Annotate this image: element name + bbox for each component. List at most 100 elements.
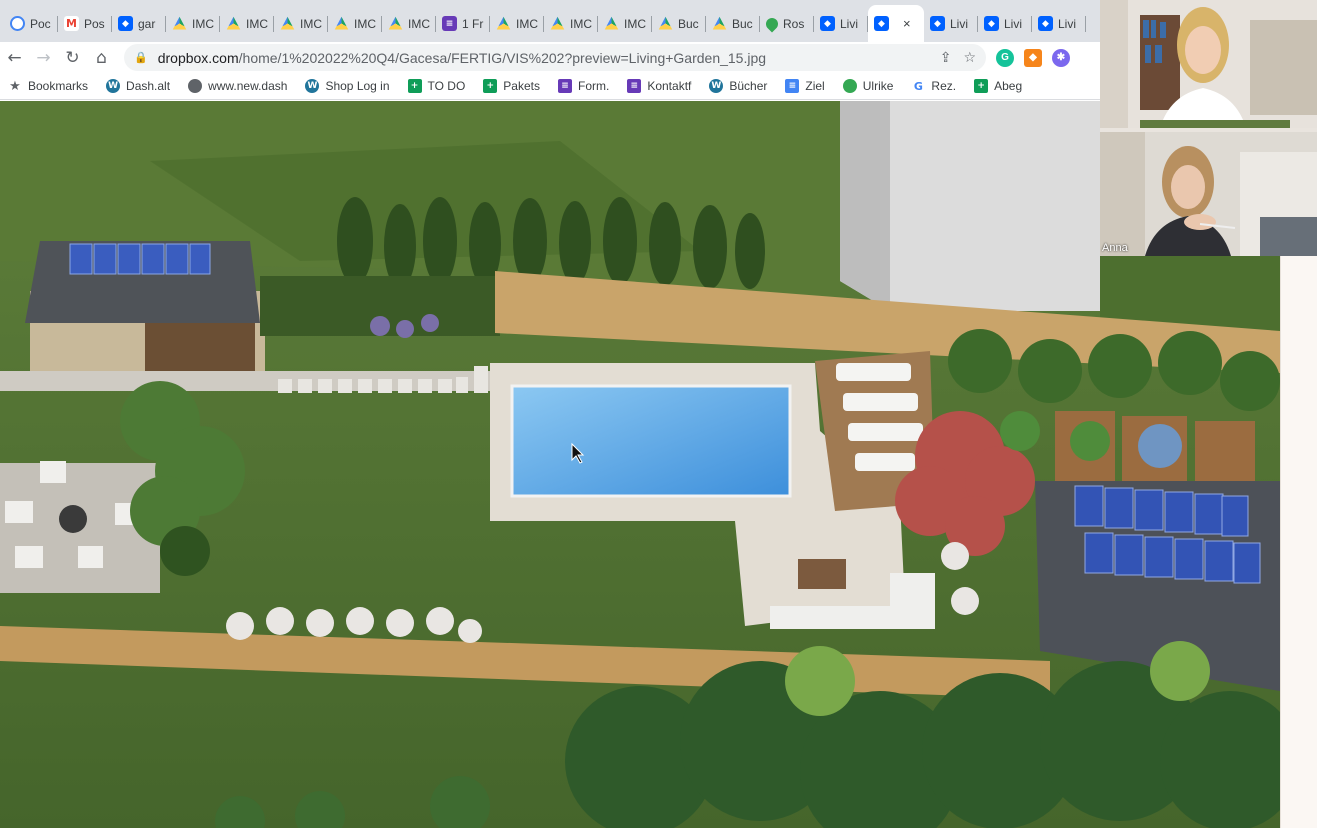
google-sheets-icon: + — [407, 79, 422, 93]
dropbox-icon: ◆ — [874, 16, 889, 31]
bookmark-label: Bookmarks — [28, 79, 89, 93]
browser-tab[interactable]: ◆ Livi — [924, 5, 978, 42]
globe-icon — [188, 79, 203, 93]
bookmark-item[interactable]: + TO DO — [407, 79, 466, 93]
bookmark-label: Ziel — [805, 79, 825, 93]
bookmark-label: Rez. — [931, 79, 957, 93]
bookmark-label: Bücher — [729, 79, 768, 93]
browser-tab[interactable]: ◆ Livi — [978, 5, 1032, 42]
browser-tab[interactable]: IMC — [328, 5, 382, 42]
bookmark-item[interactable]: + Pakets — [483, 79, 540, 93]
browser-tab[interactable]: Buc — [652, 5, 706, 42]
google-drive-icon — [658, 16, 673, 30]
bookmark-label: Ulrike — [862, 79, 894, 93]
browser-tab[interactable]: IMC — [220, 5, 274, 42]
wordpress-icon: W — [709, 79, 724, 93]
dropbox-icon: ◆ — [1038, 16, 1053, 31]
browser-tab[interactable]: M Pos — [58, 5, 112, 42]
browser-tab[interactable]: Poc — [4, 5, 58, 42]
bookmark-item[interactable]: ≡ Kontaktf — [627, 79, 691, 93]
tab-title: Livi — [1058, 16, 1077, 31]
gmail-icon: M — [64, 16, 79, 31]
browser-tab[interactable]: IMC — [544, 5, 598, 42]
tab-title: IMC — [300, 16, 322, 31]
share-icon[interactable]: ⇪ — [940, 50, 952, 66]
bookmark-label: Form. — [577, 79, 610, 93]
tab-title: Livi — [840, 16, 859, 31]
grammarly-extension-icon[interactable]: G — [996, 48, 1014, 67]
tab-title: Buc — [732, 16, 753, 31]
bookmark-item[interactable]: www.new.dash — [188, 79, 287, 93]
browser-tab[interactable]: IMC — [490, 5, 544, 42]
tab-strip: Poc M Pos ◆ gar IMC IMC IMC IMC IMC ≡ 1 Fr IMC IMC IMC… — [0, 0, 1100, 42]
google-drive-icon — [712, 16, 727, 30]
participant-name-label: Anna — [1102, 242, 1128, 254]
bookmark-item[interactable]: ★ Bookmarks — [8, 79, 89, 94]
google-drive-icon — [226, 16, 241, 30]
bookmark-item[interactable]: W Bücher — [709, 79, 767, 93]
google-icon: G — [911, 79, 926, 93]
bookmark-label: Shop Log in — [325, 79, 390, 93]
browser-tab[interactable]: IMC — [166, 5, 220, 42]
google-forms-icon: ≡ — [557, 79, 572, 93]
tab-title: Livi — [1004, 16, 1023, 31]
metamask-extension-icon[interactable]: ◆ — [1024, 48, 1042, 67]
tab-title: IMC — [624, 16, 646, 31]
video-tile-participant-2[interactable]: Anna — [1100, 132, 1317, 256]
bookmark-label: TO DO — [427, 79, 466, 93]
video-call-panel: Anna — [1100, 0, 1317, 256]
home-button[interactable]: ⌂ — [87, 43, 116, 72]
wordpress-icon: W — [305, 79, 320, 93]
browser-tab[interactable]: IMC — [274, 5, 328, 42]
google-docs-icon: ≡ — [785, 79, 800, 93]
reload-button[interactable]: ↻ — [58, 43, 87, 72]
bookmark-label: Kontaktf — [647, 79, 692, 93]
browser-tab[interactable]: ◆ Livi — [1032, 5, 1086, 42]
google-sheets-icon: + — [974, 79, 989, 93]
tab-title: 1 Fr — [462, 16, 484, 31]
tab-title: Ros — [783, 16, 805, 31]
google-drive-icon — [280, 16, 295, 30]
bookmark-item[interactable]: Ulrike — [842, 79, 894, 93]
forward-button[interactable]: → — [29, 43, 58, 72]
google-sheets-icon: + — [483, 79, 498, 93]
bookmark-label: Dash.alt — [126, 79, 171, 93]
participant-2-video — [1100, 132, 1317, 256]
google-drive-icon — [388, 16, 403, 30]
lock-icon[interactable]: 🔒 — [134, 51, 148, 64]
dropbox-icon: ◆ — [820, 16, 835, 31]
bookmark-item[interactable]: ≡ Form. — [557, 79, 610, 93]
bookmark-label: www.new.dash — [208, 79, 288, 93]
google-drive-icon — [604, 16, 619, 30]
browser-toolbar: ← → ↻ ⌂ 🔒 dropbox.com/home/1%202022%20Q4… — [0, 42, 1100, 73]
url-text[interactable]: dropbox.com/home/1%202022%20Q4/Gacesa/FE… — [158, 50, 928, 66]
wordpress-icon: W — [106, 79, 121, 93]
image-preview[interactable] — [0, 101, 1280, 828]
browser-tab[interactable]: ≡ 1 Fr — [436, 5, 490, 42]
bookmarks-bar: ★ Bookmarks W Dash.alt www.new.dash W Shop Log… — [0, 73, 1100, 100]
back-button[interactable]: ← — [0, 43, 29, 72]
tab-title: IMC — [192, 16, 214, 31]
bookmark-item[interactable]: W Shop Log in — [305, 79, 390, 93]
bookmark-item[interactable]: G Rez. — [911, 79, 956, 93]
browser-tab[interactable]: Ros — [760, 5, 814, 42]
browser-tab[interactable]: ◆ gar — [112, 5, 166, 42]
google-drive-icon — [334, 16, 349, 30]
browser-tab[interactable]: IMC — [382, 5, 436, 42]
google-drive-icon — [496, 16, 511, 30]
bookmark-item[interactable]: W Dash.alt — [106, 79, 170, 93]
address-bar[interactable]: 🔒 dropbox.com/home/1%202022%20Q4/Gacesa/… — [124, 44, 986, 71]
browser-tab[interactable]: ◆ Livi — [814, 5, 868, 42]
bookmark-item[interactable]: + Abeg — [974, 79, 1022, 93]
tab-close-icon[interactable]: × — [903, 16, 911, 31]
browser-tab[interactable]: IMC — [598, 5, 652, 42]
extension-icon[interactable]: ✱ — [1052, 48, 1070, 67]
garden-rendering — [0, 101, 1280, 828]
google-forms-icon: ≡ — [442, 16, 457, 31]
browser-tab[interactable]: Buc — [706, 5, 760, 42]
video-tile-participant-1[interactable] — [1100, 0, 1317, 128]
browser-tab[interactable]: ◆ × — [868, 5, 924, 42]
tab-title: gar — [138, 16, 156, 31]
bookmark-star-icon[interactable]: ☆ — [963, 50, 976, 66]
bookmark-item[interactable]: ≡ Ziel — [785, 79, 825, 93]
